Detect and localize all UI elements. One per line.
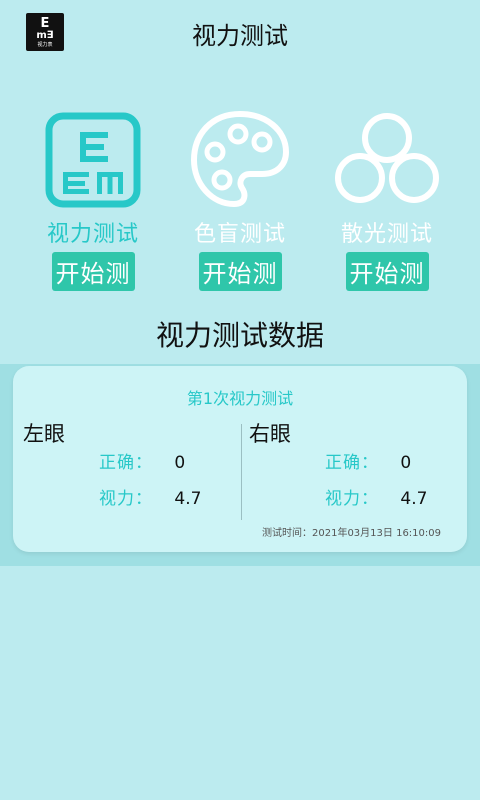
correct-label: 正确： [325,453,379,473]
record-title: 第1次视力测试 [186,389,294,408]
palette-icon [190,110,290,210]
left-eye-correct-row: 正确： 0 [99,448,185,473]
color-blind-test-tile[interactable]: 色盲测试 开始测 [170,110,310,291]
rings-icon [335,110,439,210]
top-bar: E m∃ 视力表 视力测试 [0,0,480,64]
section-title: 视力测试数据 [155,319,324,352]
left-eye-result: 左眼 正确： 0 视力： 4.7 [23,418,243,528]
vision-test-start-button[interactable]: 开始测 [51,252,135,291]
color-blind-test-label: 色盲测试 [193,222,286,247]
correct-label: 正确： [99,453,153,473]
page-title: 视力测试 [192,22,288,50]
astigmatism-test-label: 散光测试 [340,222,433,247]
vision-test-tile[interactable]: 视力测试 开始测 [23,110,163,291]
astigmatism-test-tile[interactable]: 散光测试 开始测 [317,110,457,291]
astigmatism-test-start-button[interactable]: 开始测 [345,252,429,291]
vision-label: 视力： [325,489,379,509]
vision-test-label: 视力测试 [46,222,139,247]
right-eye-vision-row: 视力： 4.7 [325,484,427,509]
correct-value: 0 [174,453,186,473]
right-eye-result: 右眼 正确： 0 视力： 4.7 [249,418,469,528]
right-eye-correct-row: 正确： 0 [325,448,411,473]
e-chart-icon [43,110,143,210]
test-timestamp: 测试时间：2021年03月13日 16:10:09 [262,528,441,539]
left-eye-label: 左眼 [23,422,65,446]
left-eye-vision-row: 视力： 4.7 [99,484,201,509]
correct-value: 0 [400,453,412,473]
color-blind-test-start-button[interactable]: 开始测 [198,252,282,291]
record-card[interactable]: 第1次视力测试 左眼 正确： 0 视力： 4.7 右眼 正确： 0 视力： 4.… [13,366,467,552]
right-eye-label: 右眼 [249,422,291,446]
vision-value: 4.7 [400,489,428,509]
vision-label: 视力： [99,489,153,509]
vision-value: 4.7 [174,489,202,509]
column-divider [241,424,242,520]
